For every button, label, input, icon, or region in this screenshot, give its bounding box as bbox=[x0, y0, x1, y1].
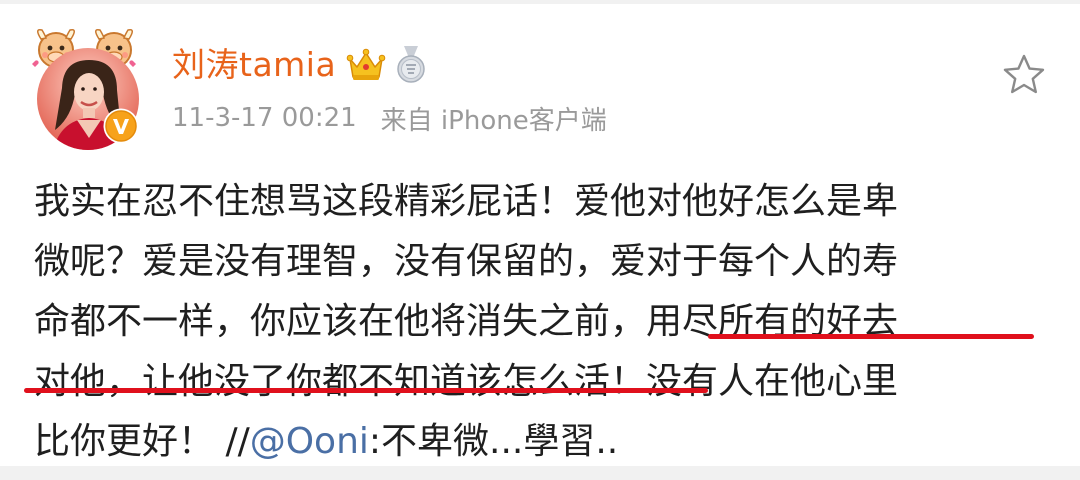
highlighted-text-1: 用尽所有的好去 bbox=[646, 292, 898, 352]
bottom-divider bbox=[0, 466, 1080, 480]
post-timestamp: 11-3-17 00:21 bbox=[172, 103, 357, 133]
highlighted-text-2-label: 对他，让他没了你都不知道该怎么活！ bbox=[34, 361, 647, 402]
post-line-2: 微呢？爱是没有理智，没有保留的，爱对于每个人的寿 bbox=[34, 241, 899, 282]
post-line-1: 我实在忍不住想骂这段精彩屁话！爱他对他好怎么是卑 bbox=[34, 181, 899, 222]
post-line-3-start: 命都不一样，你应该在他将消失之前， bbox=[34, 301, 647, 342]
red-underline-2 bbox=[24, 388, 708, 393]
post-source: 来自 iPhone客户端 bbox=[380, 105, 607, 136]
highlighted-text-2: 对他，让他没了你都不知道该怎么活！ bbox=[34, 352, 646, 412]
post-line-5-end: :不卑微...學習.. bbox=[368, 421, 619, 462]
post-content: 我实在忍不住想骂这段精彩屁话！爱他对他好怎么是卑 微呢？爱是没有理智，没有保留的… bbox=[34, 172, 1044, 472]
username-row: 刘涛tamia bbox=[172, 40, 426, 90]
username[interactable]: 刘涛tamia bbox=[172, 40, 336, 90]
top-divider bbox=[0, 0, 1080, 4]
post-line-5: 比你更好！ //@Ooni:不卑微...學習.. bbox=[34, 412, 1044, 472]
avatar-container[interactable] bbox=[24, 20, 144, 150]
post-line-4: 对他，让他没了你都不知道该怎么活！没有人在他心里 bbox=[34, 352, 1044, 412]
post-line-4-end: 没有人在他心里 bbox=[646, 361, 899, 402]
post-line-3: 命都不一样，你应该在他将消失之前，用尽所有的好去 bbox=[34, 292, 1044, 352]
verified-v-badge-icon bbox=[103, 108, 139, 144]
medal-badge-icon[interactable] bbox=[396, 46, 426, 84]
weibo-post-card: 刘涛tamia 11-3-17 00:21 来自 iPhone客户端 我实在忍不… bbox=[0, 0, 1080, 480]
star-outline-icon[interactable] bbox=[1002, 53, 1046, 95]
mention-link[interactable]: @Ooni bbox=[250, 421, 369, 462]
post-meta: 11-3-17 00:21 来自 iPhone客户端 bbox=[172, 100, 607, 136]
red-underline-1 bbox=[708, 334, 1034, 339]
crown-vip-icon[interactable] bbox=[346, 47, 386, 83]
post-line-5-start: 比你更好！ // bbox=[34, 421, 250, 462]
